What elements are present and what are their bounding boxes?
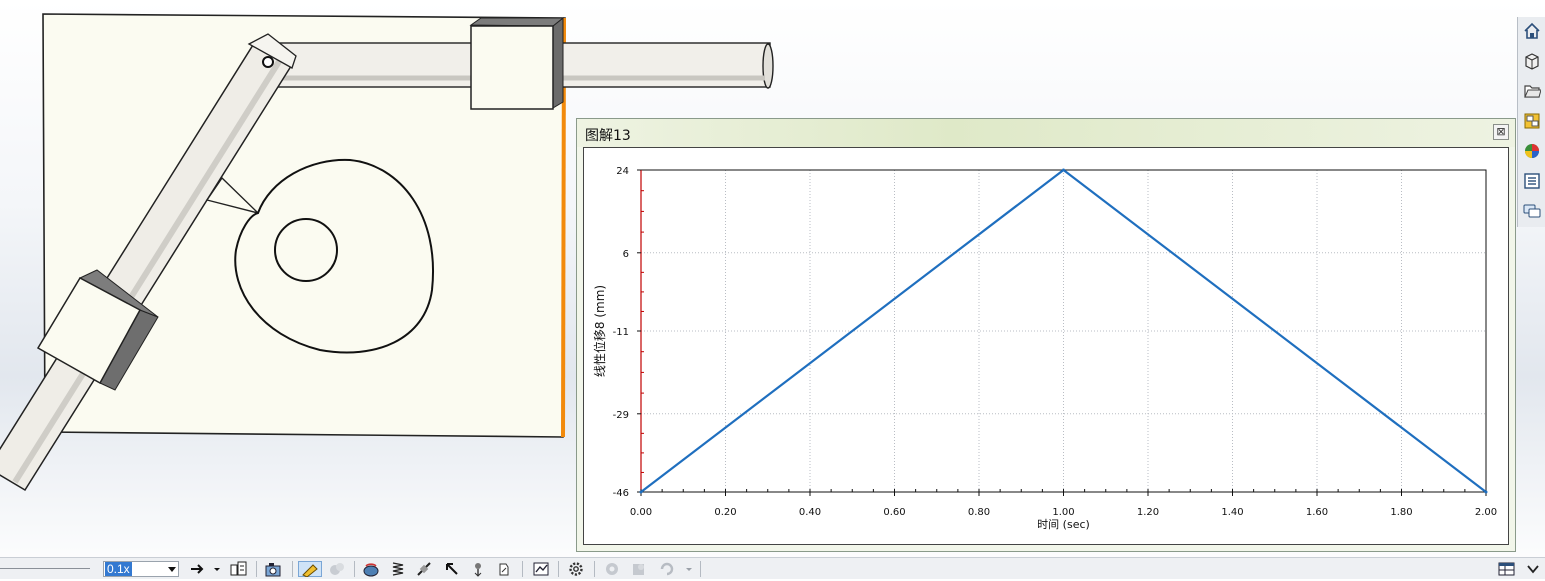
copy-study-icon[interactable] xyxy=(604,561,620,577)
x-tick-label: 1.20 xyxy=(1137,507,1159,518)
chart-series xyxy=(639,168,1488,494)
delete-study-icon[interactable] xyxy=(658,561,674,577)
toolbar-separator xyxy=(700,561,701,577)
contact-icon[interactable] xyxy=(328,561,344,577)
x-tick-label: 0.40 xyxy=(799,507,821,518)
home-icon[interactable] xyxy=(1521,20,1543,42)
timeline-slider-track[interactable] xyxy=(0,568,90,569)
x-tick-label: 0.80 xyxy=(968,507,990,518)
x-axis-label: 时间 (sec) xyxy=(1037,518,1090,531)
upper-slider-block[interactable] xyxy=(470,25,554,110)
chevron-down-icon[interactable] xyxy=(1525,561,1541,577)
x-tick-label: 0.00 xyxy=(630,507,652,518)
playback-speed-value: 0.1x xyxy=(105,562,132,576)
folder-icon[interactable] xyxy=(1521,80,1543,102)
forum-icon[interactable] xyxy=(1521,200,1543,222)
plot-area: 0.00 0.20 0.40 0.60 0.80 1.00 1.20 1.40 1.60 1.80… xyxy=(583,147,1509,545)
y-tick-label: -11 xyxy=(613,327,629,338)
appearances-icon[interactable] xyxy=(1521,140,1543,162)
plot-window-title: 图解13 xyxy=(585,128,631,144)
y-tick-label: -46 xyxy=(613,488,629,499)
upper-slider-block-top xyxy=(469,17,565,27)
motor-icon[interactable] xyxy=(362,561,379,577)
close-icon[interactable]: ⊠ xyxy=(1493,124,1509,140)
x-tick-label: 1.80 xyxy=(1390,507,1412,518)
motion-study-properties-icon[interactable] xyxy=(298,561,322,578)
arrow-right-icon[interactable] xyxy=(190,561,206,577)
force-icon[interactable] xyxy=(444,561,460,577)
plot-window-titlebar[interactable]: 图解13 ⊠ xyxy=(577,119,1515,147)
chart-axes: 0.00 0.20 0.40 0.60 0.80 1.00 1.20 1.40 1.60 1.80… xyxy=(613,166,1497,518)
task-pane-tabs xyxy=(1517,17,1545,227)
pin-hole xyxy=(262,56,274,68)
plot-window[interactable]: 图解13 ⊠ 0.00 0.20 0.40 0.60 0.80 1.00 1.20 1.40 1… xyxy=(576,118,1516,552)
dropdown-arrow-icon[interactable] xyxy=(165,561,181,577)
y-tick-label: 24 xyxy=(616,166,629,177)
y-tick-label: 6 xyxy=(623,249,629,260)
chart-grid xyxy=(641,170,1486,492)
camera-icon[interactable] xyxy=(264,561,281,577)
y-tick-label: -29 xyxy=(613,410,629,421)
upper-slider-block-side xyxy=(552,16,564,109)
x-tick-label: 2.00 xyxy=(1475,507,1497,518)
toolbar-separator xyxy=(292,561,293,577)
calculate-icon[interactable] xyxy=(230,561,247,577)
toolbar-separator xyxy=(522,561,523,577)
data-point xyxy=(1484,490,1488,494)
toolbar-separator xyxy=(594,561,595,577)
rod-end xyxy=(762,43,774,89)
part-library-icon[interactable] xyxy=(1521,50,1543,72)
settings-icon[interactable] xyxy=(567,561,583,577)
results-plot-icon[interactable] xyxy=(532,561,549,577)
view-palette-icon[interactable] xyxy=(1521,110,1543,132)
x-tick-label: 0.20 xyxy=(714,507,736,518)
x-tick-label: 1.60 xyxy=(1306,507,1328,518)
custom-properties-icon[interactable] xyxy=(1521,170,1543,192)
toolbar-separator xyxy=(354,561,355,577)
toolbar-separator xyxy=(558,561,559,577)
x-tick-label: 1.00 xyxy=(1052,507,1074,518)
y-axis-label: 线性位移8 (mm) xyxy=(592,285,607,377)
data-point xyxy=(639,490,643,494)
dropdown-arrow-icon[interactable] xyxy=(212,561,222,577)
cam-shaft-hole[interactable] xyxy=(274,218,338,282)
results-plot-icon[interactable] xyxy=(496,561,512,577)
dropdown-arrow-icon[interactable] xyxy=(684,561,694,577)
damper-icon[interactable] xyxy=(416,561,432,577)
toolbar-separator xyxy=(256,561,257,577)
data-point xyxy=(1062,168,1065,172)
x-tick-label: 1.40 xyxy=(1221,507,1243,518)
motion-study-toolbar: 0.1x xyxy=(0,557,1545,579)
table-view-icon[interactable] xyxy=(1497,561,1517,577)
x-tick-label: 0.60 xyxy=(883,507,905,518)
paste-study-icon[interactable] xyxy=(630,561,646,577)
gravity-icon[interactable] xyxy=(470,561,486,577)
spring-icon[interactable] xyxy=(390,561,406,577)
line-chart: 0.00 0.20 0.40 0.60 0.80 1.00 1.20 1.40 1.60 1.80… xyxy=(592,166,1497,531)
